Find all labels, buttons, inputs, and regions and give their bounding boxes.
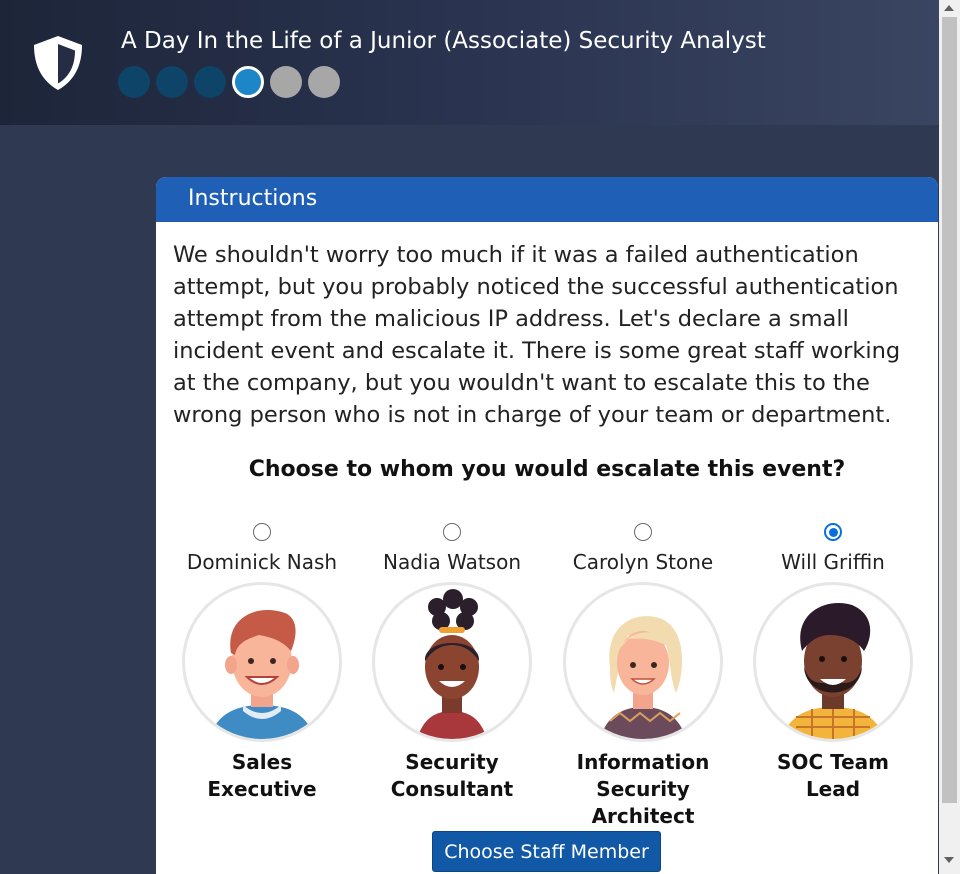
avatar-dominick-nash[interactable] bbox=[182, 582, 342, 742]
staff-option-will-griffin[interactable]: Will Griffin SOC Team Lead bbox=[743, 520, 923, 803]
staff-role: Sales Executive bbox=[207, 750, 317, 801]
scroll-down-arrow-icon[interactable] bbox=[944, 857, 954, 863]
shield-icon bbox=[34, 36, 82, 90]
staff-radio-dominick-nash[interactable] bbox=[253, 523, 271, 541]
progress-step-3 bbox=[194, 66, 226, 98]
staff-role: Information Security Architect bbox=[576, 750, 710, 828]
staff-radio-carolyn-stone[interactable] bbox=[634, 523, 652, 541]
staff-name: Will Griffin bbox=[781, 550, 885, 574]
staff-role: SOC Team Lead bbox=[777, 750, 889, 801]
instructions-panel: Instructions We shouldn't worry too much… bbox=[156, 177, 938, 874]
scroll-up-arrow-icon[interactable] bbox=[944, 5, 954, 11]
staff-option-dominick-nash[interactable]: Dominick Nash Sales Executive bbox=[172, 520, 352, 803]
app-title: A Day In the Life of a Junior (Associate… bbox=[121, 28, 766, 54]
staff-name: Dominick Nash bbox=[186, 550, 338, 574]
avatar-illustration bbox=[782, 602, 884, 739]
instructions-text: We shouldn't worry too much if it was a … bbox=[173, 242, 901, 428]
avatar-illustration bbox=[600, 616, 686, 739]
avatar-will-griffin[interactable] bbox=[753, 582, 913, 742]
staff-name: Carolyn Stone bbox=[572, 550, 714, 574]
app-header: A Day In the Life of a Junior (Associate… bbox=[0, 0, 939, 125]
staff-role: Security Consultant bbox=[390, 750, 514, 801]
staff-option-nadia-watson[interactable]: Nadia Watson Security Consultant bbox=[362, 520, 542, 803]
progress-step-5 bbox=[270, 66, 302, 98]
panel-heading: Instructions bbox=[156, 177, 938, 222]
avatar-carolyn-stone[interactable] bbox=[563, 582, 723, 742]
progress-step-1 bbox=[118, 66, 150, 98]
vertical-scrollbar[interactable] bbox=[939, 0, 960, 874]
choose-staff-member-button[interactable]: Choose Staff Member bbox=[432, 831, 661, 872]
scrollbar-thumb[interactable] bbox=[942, 17, 957, 803]
progress-step-4-current bbox=[232, 66, 264, 98]
staff-radio-nadia-watson[interactable] bbox=[443, 523, 461, 541]
staff-radio-will-griffin[interactable] bbox=[824, 523, 842, 541]
avatar-illustration bbox=[210, 610, 314, 739]
progress-step-2 bbox=[156, 66, 188, 98]
avatar-illustration bbox=[417, 589, 487, 739]
escalation-question: Choose to whom you would escalate this e… bbox=[248, 457, 846, 482]
staff-option-carolyn-stone[interactable]: Carolyn Stone Information Security Archi… bbox=[553, 520, 733, 830]
avatar-nadia-watson[interactable] bbox=[372, 582, 532, 742]
progress-step-6 bbox=[308, 66, 340, 98]
staff-name: Nadia Watson bbox=[382, 550, 521, 574]
progress-indicator bbox=[118, 66, 340, 98]
